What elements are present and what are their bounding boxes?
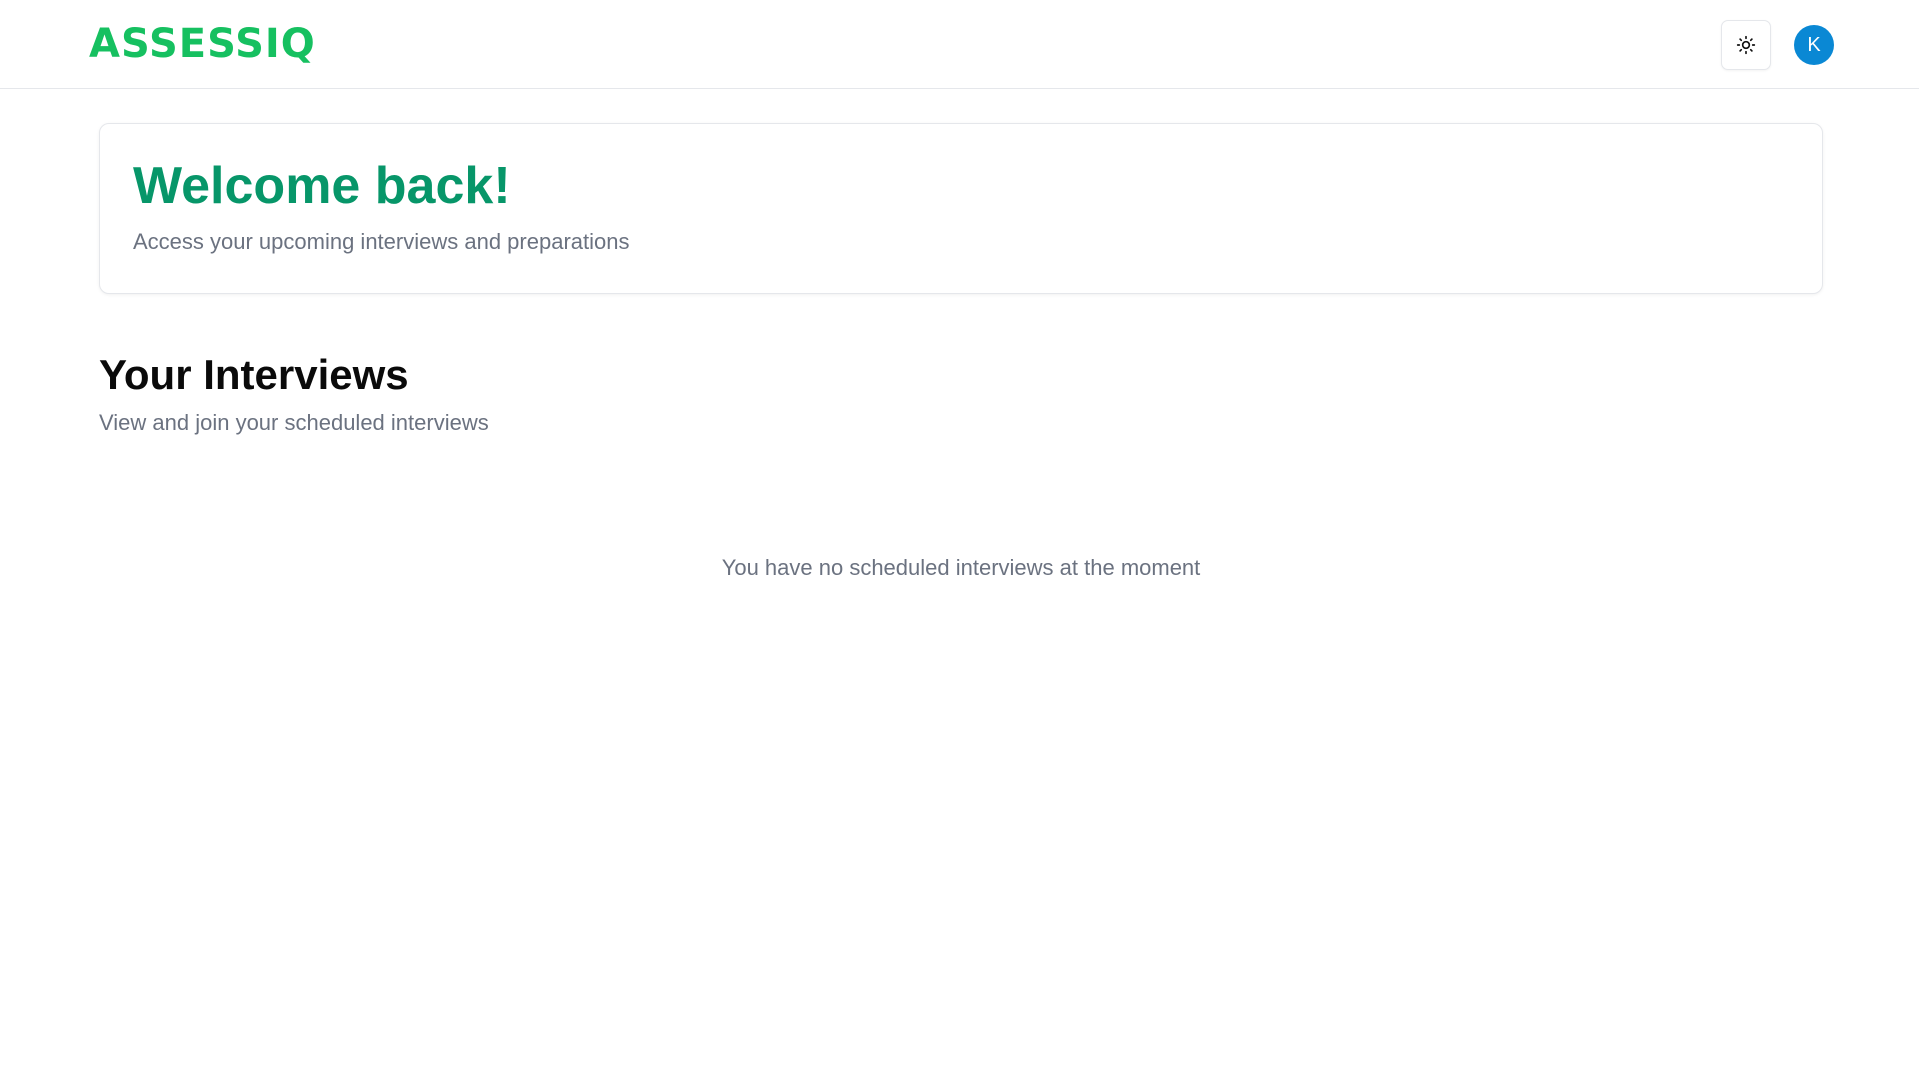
user-avatar[interactable]: K bbox=[1794, 25, 1834, 65]
sun-icon bbox=[1736, 35, 1756, 55]
assessiq-logo[interactable]: ASSESSIQ bbox=[89, 22, 316, 66]
empty-state-message: You have no scheduled interviews at the … bbox=[721, 555, 1201, 580]
welcome-card: Welcome back! Access your upcoming inter… bbox=[99, 123, 1823, 294]
interviews-section-subtitle: View and join your scheduled interviews bbox=[99, 410, 489, 435]
welcome-title: Welcome back! bbox=[133, 157, 511, 215]
welcome-subtitle: Access your upcoming interviews and prep… bbox=[133, 229, 630, 254]
interviews-section-title: Your Interviews bbox=[99, 351, 409, 398]
top-navbar: ASSESSIQ K bbox=[0, 0, 1919, 89]
theme-toggle-button[interactable] bbox=[1721, 20, 1771, 70]
